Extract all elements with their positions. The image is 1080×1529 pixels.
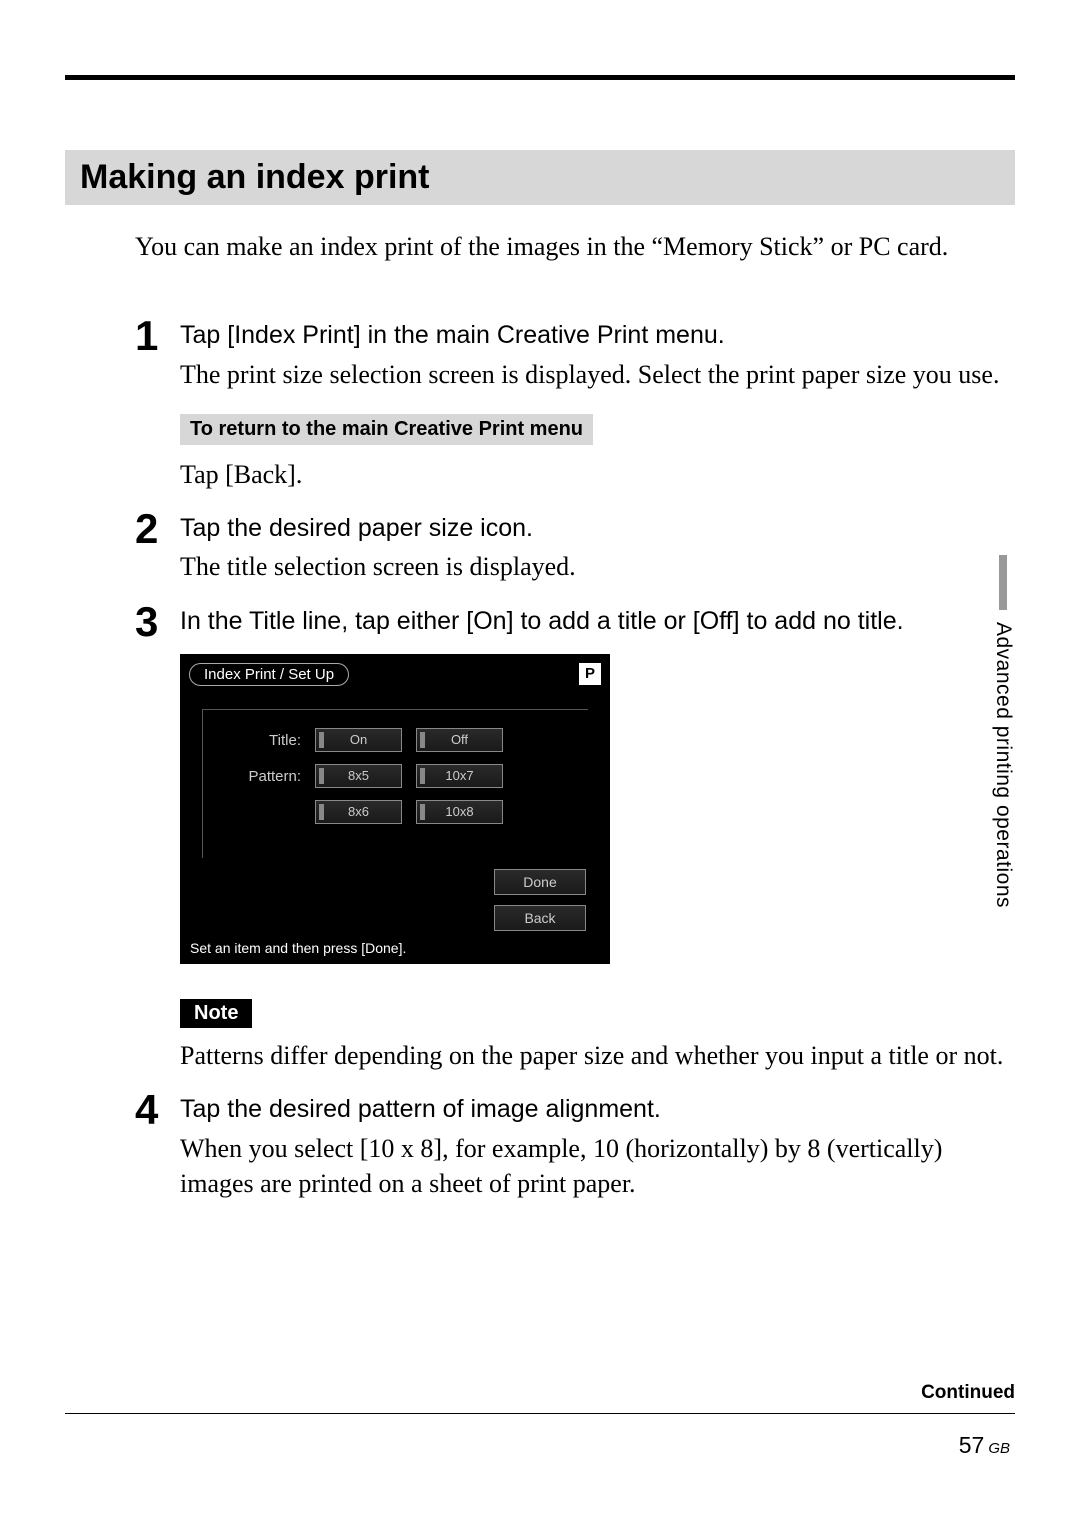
pattern-10x7-button[interactable]: 10x7 xyxy=(416,764,503,788)
side-tab-marker xyxy=(999,555,1007,610)
note-text: Patterns differ depending on the paper s… xyxy=(180,1038,1015,1073)
step-number: 4 xyxy=(135,1089,180,1131)
print-icon[interactable]: P xyxy=(579,663,601,685)
step-2: 2 Tap the desired paper size icon. The t… xyxy=(135,512,1015,585)
step-4: 4 Tap the desired pattern of image align… xyxy=(135,1093,1015,1201)
section-title: Making an index print xyxy=(65,150,1015,205)
top-rule xyxy=(65,75,1015,80)
page-number: 57GB xyxy=(959,1432,1010,1459)
side-tab-label: Advanced printing operations xyxy=(991,622,1015,908)
pattern-8x5-button[interactable]: 8x5 xyxy=(315,764,402,788)
step-text: When you select [10 x 8], for example, 1… xyxy=(180,1131,1015,1201)
pattern-8x6-button[interactable]: 8x6 xyxy=(315,800,402,824)
sub-text: Tap [Back]. xyxy=(180,457,1015,492)
step-heading: Tap [Index Print] in the main Creative P… xyxy=(180,319,1015,353)
step-1: 1 Tap [Index Print] in the main Creative… xyxy=(135,319,1015,492)
pattern-label: Pattern: xyxy=(221,768,301,785)
step-text: The title selection screen is displayed. xyxy=(180,549,1015,584)
step-number: 1 xyxy=(135,315,180,357)
step-3: 3 In the Title line, tap either [On] to … xyxy=(135,605,1015,1074)
step-heading: Tap the desired pattern of image alignme… xyxy=(180,1093,1015,1127)
page-number-value: 57 xyxy=(959,1432,985,1458)
step-number: 3 xyxy=(135,601,180,643)
done-button[interactable]: Done xyxy=(494,869,586,895)
step-number: 2 xyxy=(135,508,180,550)
intro-paragraph: You can make an index print of the image… xyxy=(135,230,1015,264)
title-off-button[interactable]: Off xyxy=(416,728,503,752)
setup-screen: Index Print / Set Up P Title: On Off Pat… xyxy=(180,654,610,964)
step-heading: In the Title line, tap either [On] to ad… xyxy=(180,605,1015,639)
side-tab: Advanced printing operations xyxy=(991,555,1015,908)
setup-fieldset: Title: On Off Pattern: 8x5 10x7 8x6 10x8 xyxy=(202,709,588,858)
note-label: Note xyxy=(180,999,252,1028)
sub-heading: To return to the main Creative Print men… xyxy=(180,414,593,445)
bottom-rule xyxy=(65,1413,1015,1414)
screen-tab[interactable]: Index Print / Set Up xyxy=(189,663,349,686)
continued-label: Continued xyxy=(921,1382,1015,1404)
pattern-10x8-button[interactable]: 10x8 xyxy=(416,800,503,824)
page-region: GB xyxy=(988,1440,1010,1457)
back-button[interactable]: Back xyxy=(494,905,586,931)
title-label: Title: xyxy=(221,732,301,749)
step-heading: Tap the desired paper size icon. xyxy=(180,512,1015,546)
step-text: The print size selection screen is displ… xyxy=(180,357,1015,392)
screen-status: Set an item and then press [Done]. xyxy=(190,940,406,956)
title-on-button[interactable]: On xyxy=(315,728,402,752)
